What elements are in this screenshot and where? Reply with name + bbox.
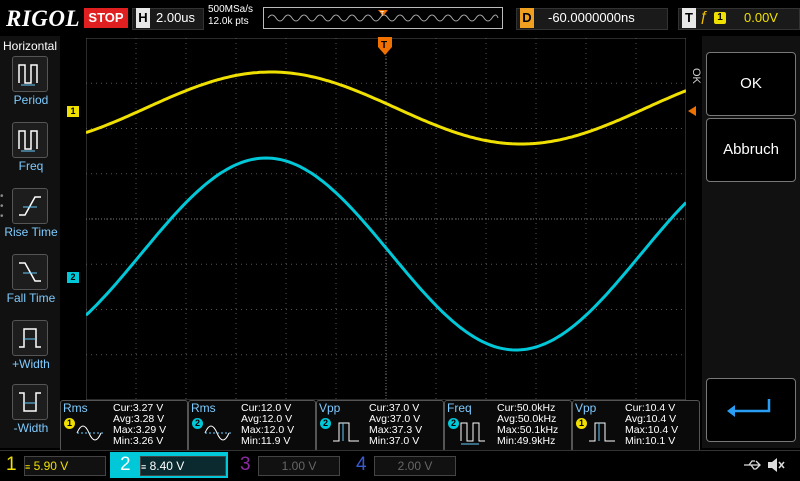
svg-text:T: T [381,40,387,51]
channel-1-status[interactable]: 1 ≡ 5.90 V [0,452,110,478]
sample-rate: 500MSa/s [208,4,254,15]
channel-3-status[interactable]: 3 1.00 V [232,452,342,478]
channel-scale-value: 5.90 V [33,459,69,473]
channel-scale-value: 1.00 V [281,459,317,473]
measurement-name: Rms [63,401,88,415]
trigger-label: T [682,8,696,28]
back-button[interactable] [706,378,796,442]
measurement-panel[interactable]: Rms 2 Cur:12.0 V Avg:12.0 V Max:12.0 V M… [188,400,316,452]
measurement-name: Rms [191,401,216,415]
channel-2-status[interactable]: 2 ≡ 8.40 V [110,452,228,478]
channel-4-status[interactable]: 4 2.00 V [348,452,458,478]
svg-text:T: T [380,11,385,18]
rms-wave-icon [204,425,231,441]
menu-item-label: +Width [12,357,50,371]
channel-badge: 2 [192,418,203,429]
channel-number: 3 [240,454,251,475]
measurement-name: Vpp [319,401,341,415]
delay-value: -60.0000000ns [548,10,635,25]
menu-item-label: -Width [13,421,49,435]
freq-pulse-icon [460,422,485,445]
brand-logo: RIGOL [6,6,81,31]
menu-item-positive-width[interactable]: +Width [0,320,62,382]
speaker-muted-icon[interactable] [766,456,786,474]
side-label: OK [690,68,702,84]
cancel-button[interactable]: Abbruch [706,118,796,182]
channel-2-offset-marker[interactable]: 2 [67,272,79,283]
rise-time-icon [12,188,48,224]
positive-width-icon [12,320,48,356]
trigger-level: 0.00V [744,10,778,25]
channel-badge: 1 [64,418,75,429]
channel-scale-value: 8.40 V [149,459,185,473]
trigger-source: 1 [714,12,726,24]
menu-item-negative-width[interactable]: -Width [0,384,62,446]
measurement-name: Freq [447,401,472,415]
menu-item-label: Fall Time [6,291,56,305]
measurement-minimum: Min:3.26 V [113,435,164,447]
memory-depth: 12.0k pts [208,16,249,27]
memory-waveform-icon: T [267,10,499,22]
vpp-pulse-icon [589,422,615,442]
usb-icon [744,460,761,470]
channel-1-offset-marker[interactable]: 1 [67,106,79,117]
menu-item-period[interactable]: Period [0,56,62,118]
rising-edge-icon: ƒ [700,8,709,25]
channel-number: 1 [6,454,17,475]
channel-scale: 2.00 V [374,456,456,476]
vpp-pulse-icon [333,422,359,442]
channel-number: 2 [120,454,131,475]
delay-label: D [520,8,534,28]
measurement-minimum: Min:11.9 V [241,435,291,447]
menu-item-rise-time[interactable]: Rise Time [0,188,62,250]
timebase-label: H [136,8,150,28]
trigger-level-marker[interactable] [686,106,696,116]
run-stop-status[interactable]: STOP [84,8,128,28]
menu-item-label: Freq [18,159,44,173]
measurement-minimum: Min:37.0 V [369,435,420,447]
return-arrow-icon [727,399,771,417]
measurement-panel[interactable]: Rms 1 Cur:3.27 V Avg:3.28 V Max:3.29 V M… [60,400,188,452]
grid-lines [85,37,687,401]
rms-wave-icon [76,425,103,441]
measurement-minimum: Min:49.9kHz [497,435,556,447]
measurement-panel[interactable]: Vpp 1 Cur:10.4 V Avg:10.4 V Max:10.4 V M… [572,400,700,452]
menu-item-label: Period [13,93,49,107]
waveform-display[interactable] [84,37,688,401]
graticule [84,37,688,401]
frequency-icon [12,122,48,158]
channel-badge: 2 [448,418,459,429]
channel-badge: 1 [576,418,587,429]
menu-item-fall-time[interactable]: Fall Time [0,254,62,316]
measurement-panel[interactable]: Freq 2 Cur:50.0kHz Avg:50.0kHz Max:50.1k… [444,400,572,452]
negative-width-icon [12,384,48,420]
measurement-name: Vpp [575,401,597,415]
trigger-position-marker: T [378,37,392,55]
menu-item-label: Rise Time [4,225,58,239]
channel-scale: 1.00 V [258,456,340,476]
timebase-value: 2.00us [156,10,196,25]
ok-button[interactable]: OK [706,52,796,116]
channel-scale: ≡ 5.90 V [24,456,106,476]
fall-time-icon [12,254,48,290]
channel-scale-value: 2.00 V [397,459,433,473]
measurement-minimum: Min:10.1 V [625,435,676,447]
period-icon [12,56,48,92]
menu-item-freq[interactable]: Freq [0,122,62,184]
menu-title: Horizontal [2,39,58,53]
trigger-box[interactable] [678,8,800,30]
memory-position-bar[interactable]: T [263,7,503,29]
channel-scale: ≡ 8.40 V [140,456,226,476]
measurement-panel[interactable]: Vpp 2 Cur:37.0 V Avg:37.0 V Max:37.3 V M… [316,400,444,452]
channel-badge: 2 [320,418,331,429]
channel-number: 4 [356,454,367,475]
